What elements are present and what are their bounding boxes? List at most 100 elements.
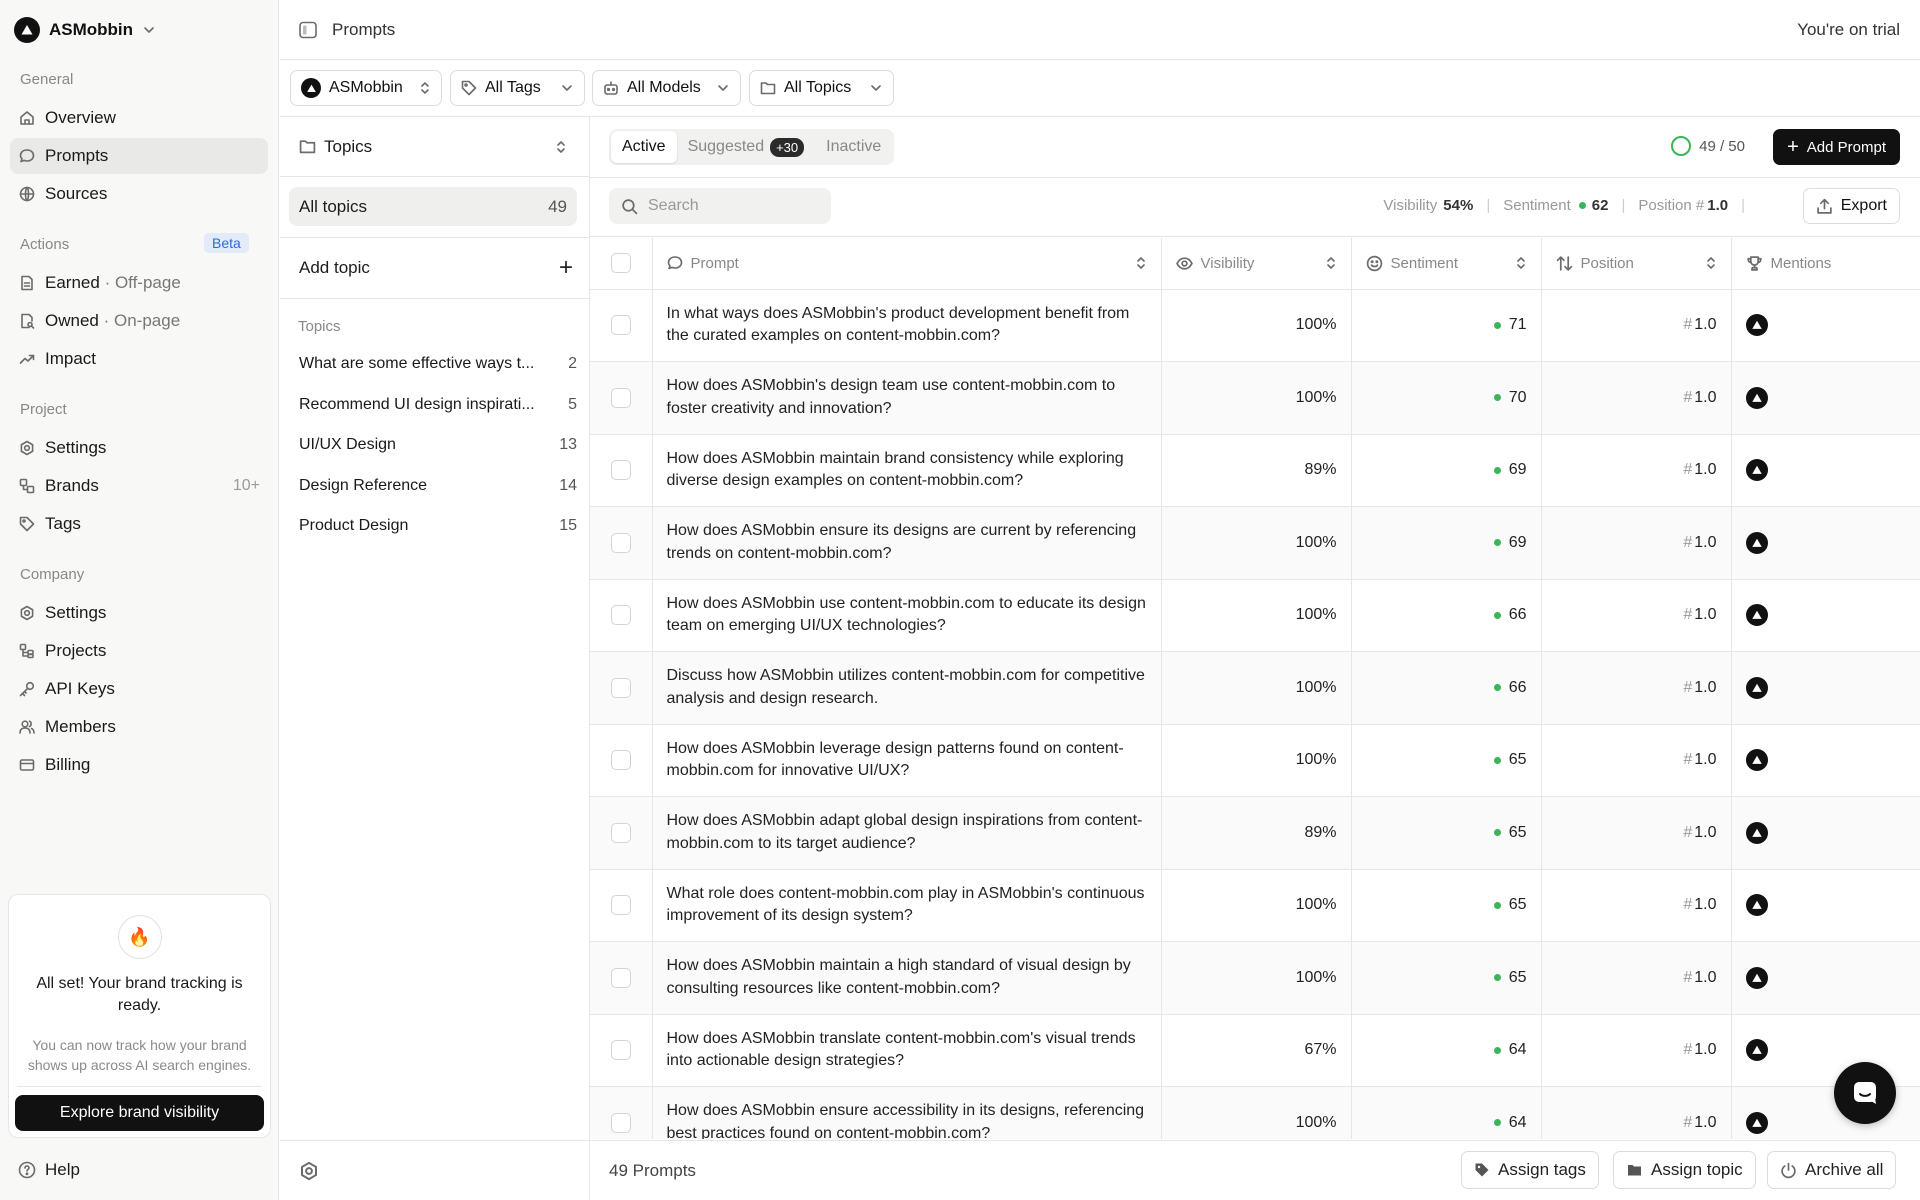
sidebar-item-sublabel: · On-page — [103, 311, 181, 330]
export-button[interactable]: Export — [1802, 188, 1900, 224]
positive-dot — [1493, 974, 1501, 982]
prompts-table: Prompt Visibility Sentiment Position Men… — [590, 238, 1920, 1139]
positive-dot — [1493, 539, 1501, 547]
prompt-cell[interactable]: How does ASMobbin ensure accessibility i… — [652, 1086, 1162, 1139]
sidebar-item-earned[interactable]: Earned · Off-page — [10, 265, 268, 301]
models-filter[interactable]: All Models — [592, 70, 741, 106]
row-checkbox[interactable] — [610, 895, 631, 916]
table-row[interactable]: How does ASMobbin maintain brand consist… — [590, 434, 1920, 507]
sidebar-item-owned[interactable]: Owned · On-page — [10, 303, 268, 339]
assign-tags-button[interactable]: Assign tags — [1461, 1151, 1599, 1189]
prompt-cell[interactable]: How does ASMobbin maintain brand consist… — [652, 434, 1162, 507]
assign-topic-label: Assign topic — [1651, 1160, 1743, 1179]
prompt-cell[interactable]: What role does content-mobbin.com play i… — [652, 869, 1162, 942]
row-checkbox[interactable] — [610, 605, 631, 626]
row-checkbox[interactable] — [610, 750, 631, 771]
globe-icon — [19, 186, 35, 202]
table-row[interactable]: How does ASMobbin's design team use cont… — [590, 361, 1920, 435]
table-row[interactable]: How does ASMobbin ensure accessibility i… — [590, 1086, 1920, 1139]
topic-item[interactable]: Design Reference 14 — [299, 477, 577, 495]
chevron-down-icon — [144, 27, 154, 33]
org-switcher[interactable]: ASMobbin — [14, 15, 156, 45]
sidebar-item-project-settings[interactable]: Settings — [10, 430, 268, 466]
sidebar-item-api-keys[interactable]: API Keys — [10, 671, 268, 707]
table-row[interactable]: How does ASMobbin ensure its designs are… — [590, 506, 1920, 580]
topic-item[interactable]: Recommend UI design inspirati... 5 — [299, 396, 577, 414]
prompt-cell[interactable]: How does ASMobbin's design team use cont… — [652, 361, 1162, 435]
row-checkbox[interactable] — [610, 532, 631, 553]
sidebar-item-sources[interactable]: Sources — [10, 176, 268, 212]
prompt-cell[interactable]: In what ways does ASMobbin's product dev… — [652, 289, 1162, 362]
plus-icon: + — [558, 254, 573, 281]
column-position[interactable]: Position — [1541, 238, 1732, 290]
topic-item[interactable]: What are some effective ways t... 2 — [299, 355, 577, 373]
sidebar-item-impact[interactable]: Impact — [10, 341, 268, 377]
row-checkbox[interactable] — [610, 387, 631, 408]
row-select-cell — [590, 724, 653, 797]
row-checkbox[interactable] — [610, 1040, 631, 1061]
sidebar-item-overview[interactable]: Overview — [10, 100, 268, 136]
table-row[interactable]: In what ways does ASMobbin's product dev… — [590, 289, 1920, 362]
topic-item[interactable]: Product Design 15 — [299, 517, 577, 535]
table-row[interactable]: How does ASMobbin adapt global design in… — [590, 796, 1920, 870]
row-checkbox[interactable] — [610, 1112, 631, 1133]
column-visibility[interactable]: Visibility — [1161, 238, 1352, 290]
row-checkbox[interactable] — [610, 460, 631, 481]
column-sentiment[interactable]: Sentiment — [1351, 238, 1542, 290]
topic-item[interactable]: UI/UX Design 13 — [299, 436, 577, 454]
add-topic-button[interactable]: Add topic + — [280, 237, 589, 299]
search-input[interactable]: Search — [609, 188, 831, 224]
search-stats-bar: Search Visibility 54% | Sentiment 62 | Pos… — [590, 177, 1920, 237]
add-prompt-button[interactable]: + Add Prompt — [1773, 129, 1900, 165]
prompt-cell[interactable]: How does ASMobbin use content-mobbin.com… — [652, 579, 1162, 652]
sidebar-item-company-settings[interactable]: Settings — [10, 595, 268, 631]
column-prompt[interactable]: Prompt — [652, 238, 1162, 290]
brand-filter[interactable]: ASMobbin — [290, 70, 442, 106]
sidebar-item-projects[interactable]: Projects — [10, 633, 268, 669]
row-checkbox[interactable] — [610, 677, 631, 698]
prompt-cell[interactable]: How does ASMobbin ensure its designs are… — [652, 506, 1162, 580]
prompt-cell[interactable]: How does ASMobbin leverage design patter… — [652, 724, 1162, 797]
sidebar-item-prompts[interactable]: Prompts — [10, 138, 268, 174]
sidebar-toggle-icon[interactable] — [298, 20, 318, 40]
sidebar-item-brands[interactable]: Brands 10+ — [10, 468, 268, 504]
table-row[interactable]: How does ASMobbin leverage design patter… — [590, 724, 1920, 797]
tags-filter[interactable]: All Tags — [450, 70, 585, 106]
eye-icon — [1175, 257, 1193, 270]
table-row[interactable]: How does ASMobbin maintain a high standa… — [590, 941, 1920, 1015]
archive-all-button[interactable]: Archive all — [1767, 1151, 1897, 1189]
sidebar-item-members[interactable]: Members — [10, 709, 268, 745]
all-topics-item[interactable]: All topics 49 — [289, 187, 577, 226]
tab-active[interactable]: Active — [611, 131, 677, 163]
row-checkbox[interactable] — [610, 822, 631, 843]
prompt-cell[interactable]: How does ASMobbin translate content-mobb… — [652, 1014, 1162, 1087]
sidebar-item-label: Sources — [45, 184, 108, 203]
tab-suggested[interactable]: Suggested +30 — [677, 131, 816, 163]
gear-icon[interactable] — [299, 1161, 319, 1181]
topics-selector[interactable]: Topics — [280, 117, 589, 177]
hash-symbol: # — [1683, 1113, 1693, 1131]
table-row[interactable]: What role does content-mobbin.com play i… — [590, 869, 1920, 942]
table-row[interactable]: Discuss how ASMobbin utilizes content-mo… — [590, 651, 1920, 725]
select-all-checkbox[interactable] — [610, 253, 631, 274]
explore-visibility-button[interactable]: Explore brand visibility — [15, 1095, 264, 1131]
prompt-count: 49 Prompts — [609, 1161, 696, 1180]
assign-topic-button[interactable]: Assign topic — [1613, 1151, 1756, 1189]
table-row[interactable]: How does ASMobbin translate content-mobb… — [590, 1014, 1920, 1087]
column-mentions[interactable]: Mentions — [1731, 238, 1920, 290]
prompt-cell[interactable]: How does ASMobbin adapt global design in… — [652, 796, 1162, 870]
tab-inactive[interactable]: Inactive — [815, 131, 892, 163]
table-row[interactable]: How does ASMobbin use content-mobbin.com… — [590, 579, 1920, 652]
help-link[interactable]: Help — [18, 1160, 80, 1180]
brand-logo-icon — [301, 78, 321, 98]
sidebar-item-tags[interactable]: Tags — [10, 506, 268, 542]
prompt-cell[interactable]: How does ASMobbin maintain a high standa… — [652, 941, 1162, 1015]
row-checkbox[interactable] — [610, 967, 631, 988]
prompt-cell[interactable]: Discuss how ASMobbin utilizes content-mo… — [652, 651, 1162, 725]
sidebar-item-billing[interactable]: Billing — [10, 747, 268, 783]
sentiment-cell: 64 — [1351, 1086, 1542, 1139]
users-icon — [19, 720, 35, 734]
row-checkbox[interactable] — [610, 315, 631, 336]
chat-launcher-button[interactable] — [1834, 1062, 1896, 1124]
topics-filter[interactable]: All Topics — [749, 70, 894, 106]
